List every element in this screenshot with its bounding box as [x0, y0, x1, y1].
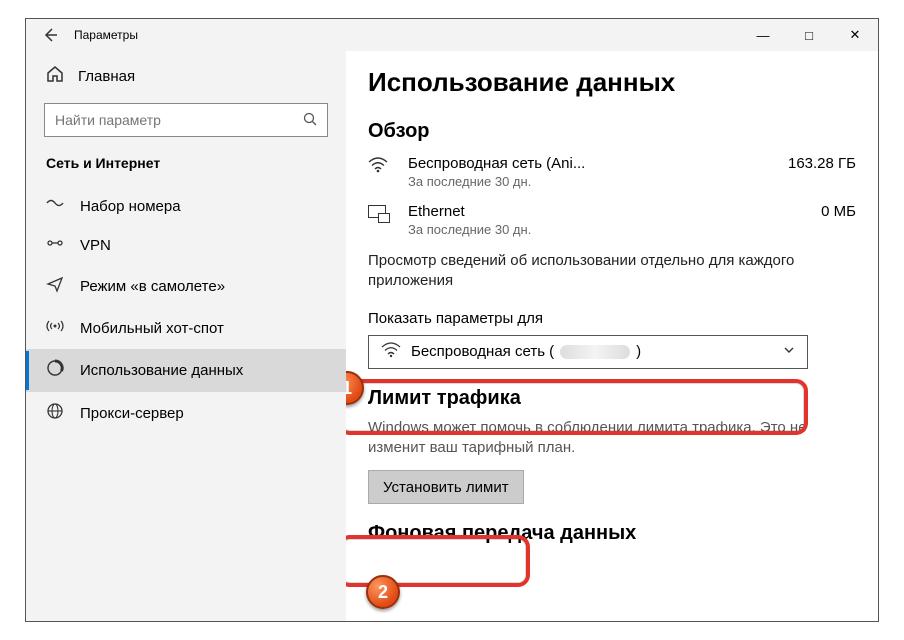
- sidebar-item-data-usage[interactable]: Использование данных: [26, 349, 346, 392]
- home-icon: [46, 65, 64, 87]
- window-body: Главная Сеть и Интернет Набор номера: [26, 51, 878, 621]
- home-link[interactable]: Главная: [26, 51, 346, 97]
- sidebar-item-proxy[interactable]: Прокси-сервер: [26, 392, 346, 435]
- search-input[interactable]: [55, 112, 303, 128]
- overview-heading: Обзор: [368, 120, 856, 143]
- annotation-callout-1: 1: [346, 371, 364, 405]
- sidebar-item-label: Набор номера: [80, 198, 181, 215]
- wifi-icon: [368, 155, 394, 178]
- per-app-desc: Просмотр сведений об использовании отдел…: [368, 251, 856, 292]
- data-usage-icon: [46, 359, 64, 382]
- airplane-icon: [46, 275, 64, 298]
- show-for-label: Показать параметры для: [368, 310, 856, 327]
- maximize-button[interactable]: □: [786, 19, 832, 51]
- arrow-left-icon: [42, 27, 58, 43]
- minimize-button[interactable]: —: [740, 19, 786, 51]
- ethernet-icon: [368, 203, 394, 228]
- sidebar-item-hotspot[interactable]: Мобильный хот-спот: [26, 308, 346, 349]
- overview-period: За последние 30 дн.: [408, 174, 752, 189]
- sidebar-nav: Набор номера VPN Режим «в самолете»: [26, 187, 346, 435]
- search-icon: [303, 112, 317, 129]
- sidebar-item-label: Режим «в самолете»: [80, 278, 225, 295]
- dialup-icon: [46, 197, 64, 216]
- dropdown-selected-text: Беспроводная сеть (): [411, 343, 773, 360]
- overview-period: За последние 30 дн.: [408, 222, 752, 237]
- overview-texts: Беспроводная сеть (Ani... За последние 3…: [408, 155, 752, 189]
- sidebar-item-label: Мобильный хот-спот: [80, 320, 224, 337]
- titlebar: Параметры — □ ✕: [26, 19, 878, 51]
- window-controls: — □ ✕: [740, 19, 878, 51]
- page-title: Использование данных: [368, 67, 856, 98]
- sidebar-item-label: VPN: [80, 237, 111, 254]
- wifi-icon: [381, 342, 401, 362]
- overview-name: Ethernet: [408, 203, 752, 220]
- redacted-ssid: [560, 345, 630, 359]
- overview-texts: Ethernet За последние 30 дн.: [408, 203, 752, 237]
- sidebar-item-label: Прокси-сервер: [80, 405, 184, 422]
- set-limit-button[interactable]: Установить лимит: [368, 470, 524, 504]
- limit-heading: Лимит трафика: [368, 387, 856, 410]
- close-button[interactable]: ✕: [832, 19, 878, 51]
- hotspot-icon: [46, 318, 64, 339]
- overview-item-ethernet[interactable]: Ethernet За последние 30 дн. 0 МБ: [368, 203, 856, 237]
- network-selector-dropdown[interactable]: Беспроводная сеть (): [368, 335, 808, 369]
- sidebar: Главная Сеть и Интернет Набор номера: [26, 51, 346, 621]
- annotation-callout-2: 2: [366, 575, 400, 609]
- overview-value: 0 МБ: [766, 203, 856, 220]
- chevron-down-icon: [783, 344, 795, 359]
- sidebar-item-dialup[interactable]: Набор номера: [26, 187, 346, 226]
- sidebar-item-label: Использование данных: [80, 362, 243, 379]
- sidebar-item-vpn[interactable]: VPN: [26, 226, 346, 265]
- sidebar-section-title: Сеть и Интернет: [26, 151, 346, 187]
- search-box[interactable]: [44, 103, 328, 137]
- sidebar-item-airplane[interactable]: Режим «в самолете»: [26, 265, 346, 308]
- home-label: Главная: [78, 68, 135, 85]
- overview-item-wifi[interactable]: Беспроводная сеть (Ani... За последние 3…: [368, 155, 856, 189]
- overview-name: Беспроводная сеть (Ani...: [408, 155, 752, 172]
- back-button[interactable]: [26, 19, 74, 51]
- content-pane: Использование данных Обзор Беспроводная …: [346, 51, 878, 621]
- window-title: Параметры: [74, 28, 138, 42]
- proxy-icon: [46, 402, 64, 425]
- background-data-heading: Фоновая передача данных: [368, 522, 856, 545]
- vpn-icon: [46, 236, 64, 255]
- overview-value: 163.28 ГБ: [766, 155, 856, 172]
- settings-window: Параметры — □ ✕ Главная Сеть и Интернет: [25, 18, 879, 622]
- limit-desc: Windows может помочь в соблюдении лимита…: [368, 418, 856, 459]
